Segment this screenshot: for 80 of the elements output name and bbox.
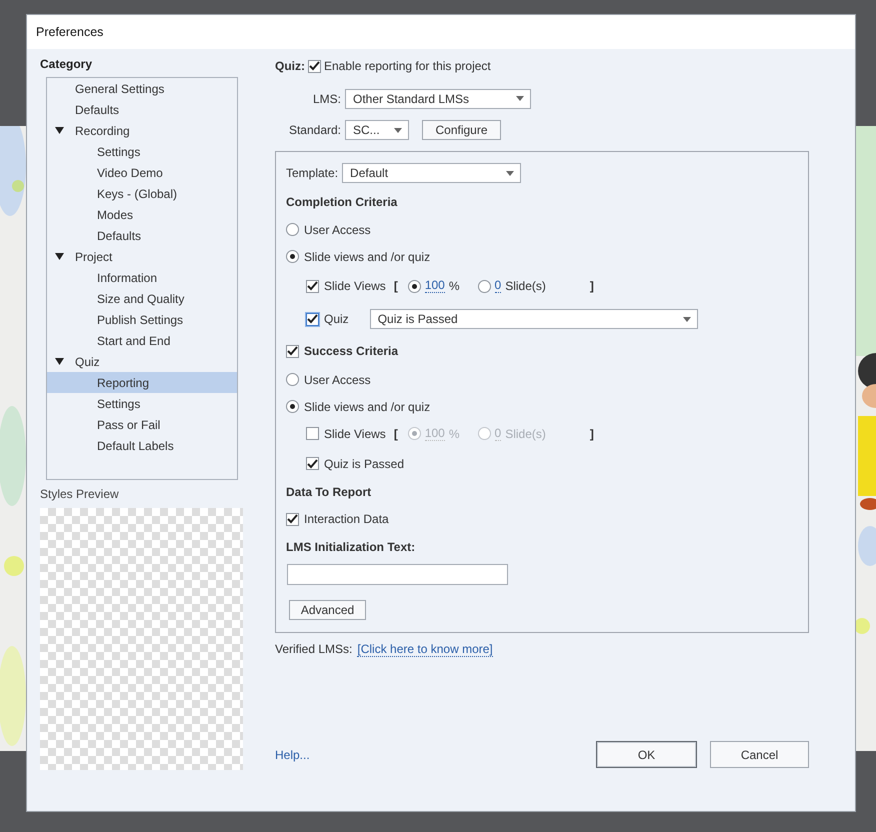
expanded-arrow-icon[interactable] [55,253,64,260]
verified-lms-label: Verified LMSs: [275,642,352,656]
unit-label: % [448,426,460,440]
radio-button[interactable] [286,400,299,413]
checkbox[interactable] [308,60,321,72]
category-item[interactable]: Settings [47,141,237,162]
category-item[interactable]: General Settings [47,78,237,99]
caret-icon [506,170,514,176]
checkbox[interactable] [306,312,319,326]
quiz-checkbox-label: Quiz [324,312,349,326]
dropdown[interactable]: Other Standard LMSs [345,88,531,108]
slide-views-label: Slide Views [324,279,386,293]
radio-button[interactable] [286,223,299,236]
unit-label: Slide(s) [505,426,546,440]
dropdown[interactable]: Default [342,163,522,183]
section-heading: Completion Criteria [286,195,398,209]
category-item[interactable]: Settings [47,393,237,414]
caret-icon [682,316,691,322]
unit-label: % [448,279,460,293]
radio-button[interactable] [478,280,491,292]
category-item[interactable]: Publish Settings [47,309,237,330]
checkbox[interactable] [306,280,319,292]
section-heading: Success Criteria [304,344,398,358]
configure-button[interactable]: Configure [422,120,501,140]
category-heading: Category [40,57,92,71]
category-item[interactable]: Default Labels [47,435,237,456]
bracket: [ [394,279,398,293]
category-item[interactable]: Keys - (Global) [47,183,237,204]
slide-views-label: Slide Views [324,426,386,440]
category-item[interactable]: Defaults [47,99,237,120]
option-label: User Access [304,372,371,386]
expanded-arrow-icon[interactable] [55,127,64,134]
radio-button[interactable] [286,250,299,263]
checkbox[interactable] [306,457,319,470]
lms-label: LMS: [312,92,341,106]
window-title: Preferences [36,25,104,39]
advanced-button[interactable]: Advanced [289,600,366,620]
category-item[interactable]: Defaults [47,225,237,246]
bracket: [ [394,426,398,440]
checkbox[interactable] [286,512,299,526]
radio-button[interactable] [408,280,421,292]
interaction-data-label: Interaction Data [304,512,389,526]
caret-icon [516,96,524,101]
category-item[interactable]: Project [47,246,237,267]
know-more-link[interactable]: [Click here to know more] [357,642,493,656]
category-item[interactable]: Video Demo [47,162,237,183]
init-text-label: LMS Initialization Text: [286,540,416,554]
bracket: ] [590,279,594,293]
unit-label: Slide(s) [505,279,546,293]
category-item[interactable]: Reporting [47,372,237,393]
section-heading: Data To Report [286,485,372,499]
caret-icon [394,128,402,132]
value-field[interactable]: 100 [424,279,445,293]
styles-preview-label: Styles Preview [40,487,119,501]
category-item[interactable]: Start and End [47,330,237,351]
category-item[interactable]: Modes [47,204,237,225]
dropdown[interactable]: SC... [345,120,409,140]
bracket: ] [590,426,594,440]
category-item[interactable]: Recording [47,120,237,141]
category-item[interactable]: Size and Quality [47,288,237,309]
help-link[interactable]: Help... [275,748,310,762]
quiz-label: Quiz: [275,59,305,73]
radio-button[interactable] [286,373,299,386]
standard-label: Standard: [288,123,341,137]
option-label: User Access [304,222,371,236]
ok-button[interactable]: OK [596,741,697,768]
enable-reporting-label: Enable reporting for this project [324,59,491,73]
cancel-button[interactable]: Cancel [710,741,809,768]
value-field[interactable]: 0 [494,279,502,293]
option-label: Slide views and /or quiz [304,400,430,414]
init-text-field[interactable] [287,564,508,585]
dropdown[interactable]: Quiz is Passed [370,309,698,329]
expanded-arrow-icon[interactable] [55,358,64,365]
template-label: Template: [286,166,338,180]
option-label: Slide views and /or quiz [304,250,430,264]
category-item[interactable]: Information [47,267,237,288]
category-item[interactable]: Pass or Fail [47,414,237,435]
quiz-passed-label: Quiz is Passed [324,456,404,470]
checkbox[interactable] [286,344,299,358]
category-item[interactable]: Quiz [47,351,237,372]
